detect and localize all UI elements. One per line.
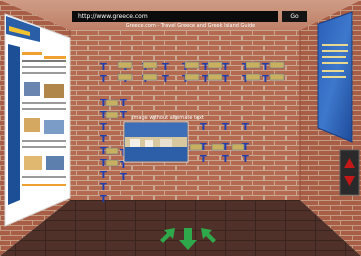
- link-thumbnail[interactable]: [245, 61, 261, 69]
- link-marker-icon[interactable]: T: [262, 62, 269, 73]
- website-preview-panel[interactable]: [4, 13, 71, 227]
- url-input[interactable]: http://www.greece.com: [72, 11, 278, 22]
- link-marker-icon[interactable]: T: [100, 194, 107, 205]
- link-thumbnail[interactable]: [142, 73, 158, 81]
- link-thumbnail[interactable]: [105, 159, 119, 167]
- wall-poster[interactable]: [317, 11, 353, 143]
- link-thumbnail[interactable]: [105, 99, 119, 107]
- 3d-room-scene: TTTTTTTTTTTTTTTTTTTTTTTTTTTTTTTTTTTTTTTT…: [0, 0, 361, 256]
- link-thumbnail[interactable]: [184, 73, 200, 81]
- link-marker-icon[interactable]: T: [100, 122, 107, 133]
- door-navigation[interactable]: [339, 149, 360, 196]
- link-marker-icon[interactable]: T: [222, 154, 229, 165]
- link-thumbnail[interactable]: [207, 73, 223, 81]
- link-marker-icon[interactable]: T: [222, 62, 229, 73]
- link-marker-icon[interactable]: T: [222, 122, 229, 133]
- link-thumbnail[interactable]: [189, 143, 203, 151]
- link-marker-icon[interactable]: T: [120, 172, 127, 183]
- center-image[interactable]: [123, 121, 189, 163]
- link-marker-icon[interactable]: T: [242, 154, 249, 165]
- link-marker-icon[interactable]: T: [162, 62, 169, 73]
- link-marker-icon[interactable]: T: [200, 122, 207, 133]
- link-marker-icon[interactable]: T: [100, 170, 107, 181]
- link-marker-icon[interactable]: T: [162, 74, 169, 85]
- go-button[interactable]: Go: [282, 11, 307, 22]
- image-caption: Image without alternate text: [132, 115, 204, 121]
- link-thumbnail[interactable]: [117, 61, 133, 69]
- link-thumbnail[interactable]: [269, 61, 285, 69]
- link-thumbnail[interactable]: [105, 111, 119, 119]
- link-thumbnail[interactable]: [184, 61, 200, 69]
- link-thumbnail[interactable]: [211, 143, 225, 151]
- link-marker-icon[interactable]: T: [242, 122, 249, 133]
- link-thumbnail[interactable]: [117, 73, 133, 81]
- link-marker-icon[interactable]: T: [120, 98, 127, 109]
- link-thumbnail[interactable]: [231, 143, 245, 151]
- link-marker-icon[interactable]: T: [200, 154, 207, 165]
- link-marker-icon[interactable]: T: [100, 62, 107, 73]
- page-title: Greece.com - Travel Greece and Greek Isl…: [125, 23, 256, 29]
- link-marker-icon[interactable]: T: [100, 134, 107, 145]
- link-marker-icon[interactable]: T: [100, 182, 107, 193]
- link-thumbnail[interactable]: [245, 73, 261, 81]
- link-marker-icon[interactable]: T: [262, 74, 269, 85]
- link-marker-icon[interactable]: T: [222, 74, 229, 85]
- link-marker-icon[interactable]: T: [100, 74, 107, 85]
- link-thumbnail[interactable]: [142, 61, 158, 69]
- link-thumbnail[interactable]: [105, 147, 119, 155]
- link-thumbnail[interactable]: [207, 61, 223, 69]
- link-thumbnail[interactable]: [269, 73, 285, 81]
